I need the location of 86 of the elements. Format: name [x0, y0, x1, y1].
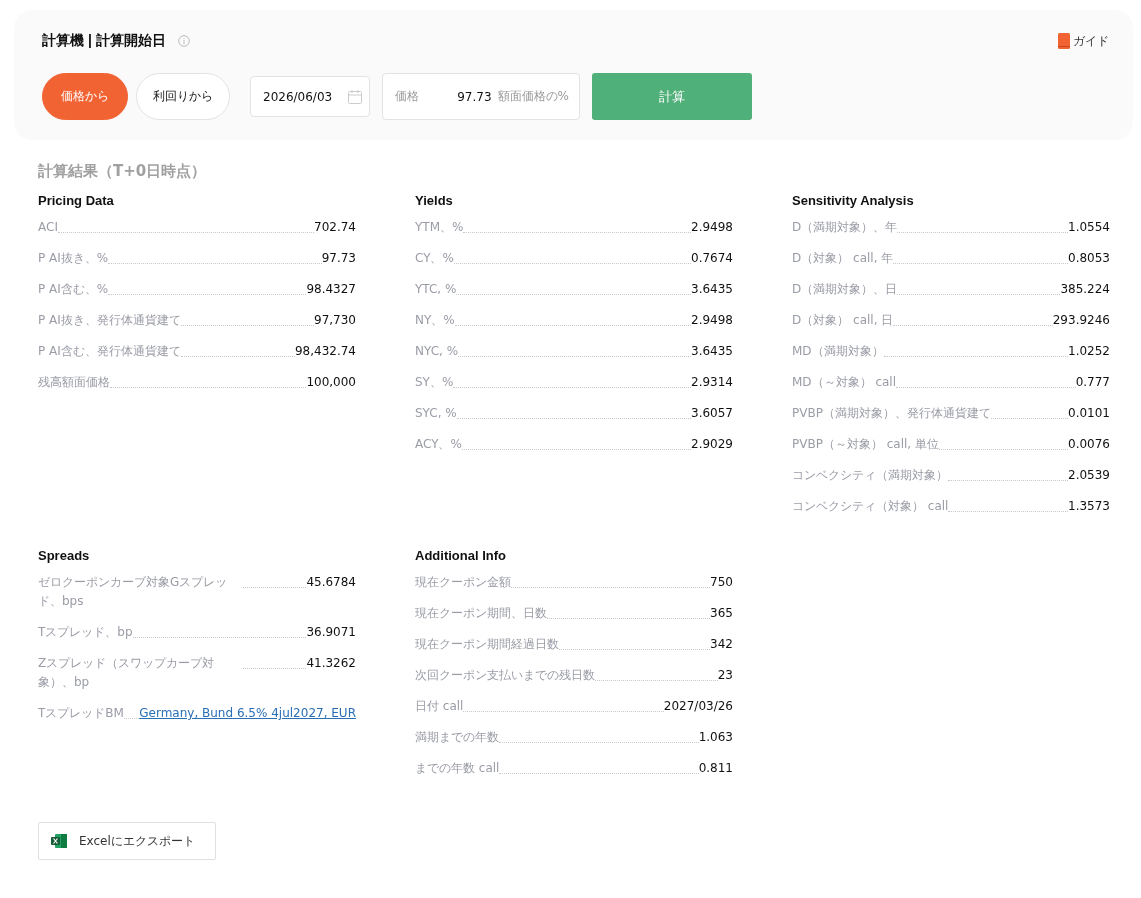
row-label: YTM、%: [415, 219, 464, 236]
row-label: P AI抜き、%: [38, 250, 109, 267]
export-button[interactable]: Excelにエクスポート: [38, 822, 216, 860]
bond-link[interactable]: Germany, Bund 6.5% 4jul2027, EUR: [139, 704, 356, 723]
price-field[interactable]: 価格 97.73 額面価格の%: [382, 73, 580, 120]
calculator-title: 計算機 | 計算開始日: [42, 32, 166, 50]
mode-tab[interactable]: 利回りから: [136, 73, 230, 120]
row-value: 98,432.74: [294, 343, 356, 360]
row-value: 342: [710, 636, 733, 653]
row-label: ゼロクーポンカーブ対象Gスプレッド、bps: [38, 574, 229, 610]
row-label: ACI: [38, 219, 58, 236]
row-value: 365: [710, 605, 733, 622]
row-label: SY、%: [415, 374, 454, 391]
row-value: 2.9029: [691, 436, 733, 453]
row-value: 100,000: [306, 374, 356, 391]
row-value: 0.811: [698, 760, 733, 777]
spreadsheet-icon: [51, 833, 67, 849]
row-value: 0.8053: [1068, 250, 1110, 267]
row-value: 3.6435: [691, 343, 733, 360]
row-label: P AI抜き、発行体通貨建て: [38, 312, 181, 329]
row-value: 702.74: [314, 219, 356, 236]
row-value: 41.3262: [306, 655, 356, 672]
calendar-icon[interactable]: [347, 88, 363, 105]
date-field[interactable]: 2026/06/03: [250, 76, 370, 117]
row-label: NY、%: [415, 312, 455, 329]
row-label: SYC, %: [415, 405, 457, 422]
row-label: 次回クーポン支払いまでの残日数: [415, 667, 595, 684]
row-label: 現在クーポン金額: [415, 574, 511, 591]
info-icon[interactable]: [177, 35, 190, 47]
row-label: TスプレッドBM: [38, 705, 124, 722]
book-icon[interactable]: [1058, 33, 1070, 49]
row-label: CY、%: [415, 250, 454, 267]
row-label: PVBP（満期対象）、発行体通貨建て: [792, 405, 991, 422]
section-title: Additional Info: [415, 548, 507, 563]
row-value: 97.73: [321, 250, 356, 267]
row-label: 現在クーポン期間経過日数: [415, 636, 559, 653]
row-value: 385.224: [1060, 281, 1110, 298]
row-label: D（対象） call, 日: [792, 312, 894, 329]
row-label: P AI含む、発行体通貨建て: [38, 343, 181, 360]
section-title: Pricing Data: [38, 193, 115, 208]
row-label: コンベクシティ（満期対象）: [792, 467, 948, 484]
row-value: 3.6057: [691, 405, 733, 422]
row-value: 1.3573: [1068, 498, 1110, 515]
row-label: PVBP（～対象） call, 単位: [792, 436, 939, 453]
section-title: Sensitivity Analysis: [792, 193, 915, 208]
row-value: 1.0554: [1068, 219, 1110, 236]
row-value: 1.0252: [1068, 343, 1110, 360]
row-label: D（満期対象）、日: [792, 281, 898, 298]
row-value: 293.9246: [1052, 312, 1110, 329]
row-value: 2027/03/26: [663, 698, 733, 715]
row-value: 2.9498: [691, 219, 733, 236]
row-value: 36.9071: [306, 624, 356, 641]
row-value: 45.6784: [306, 574, 356, 591]
row-label: D（満期対象）、年: [792, 219, 898, 236]
row-value: 98.4327: [306, 281, 356, 298]
row-value: 97,730: [314, 312, 356, 329]
row-value: 0.0076: [1068, 436, 1110, 453]
row-value: 0.0101: [1068, 405, 1110, 422]
row-value: 3.6435: [691, 281, 733, 298]
row-label: 満期までの年数: [415, 729, 499, 746]
row-value: 2.0539: [1068, 467, 1110, 484]
section-title: Yields: [415, 193, 454, 208]
guide-link[interactable]: ガイド: [1073, 32, 1109, 50]
row-value: 2.9314: [691, 374, 733, 391]
row-label: Zスプレッド（スワップカーブ対象）、bp: [38, 655, 216, 691]
row-label: 残高額面価格: [38, 374, 110, 391]
row-label: 現在クーポン期間、日数: [415, 605, 547, 622]
row-label: YTC, %: [415, 281, 457, 298]
row-value: 2.9498: [691, 312, 733, 329]
row-label: Tスプレッド、bp: [38, 624, 133, 641]
results-title: 計算結果（T+0日時点）: [38, 162, 208, 181]
row-label: 日付 call: [415, 698, 464, 715]
row-label: NYC, %: [415, 343, 459, 360]
row-label: ACY、%: [415, 436, 462, 453]
row-value: 0.7674: [691, 250, 733, 267]
row-label: までの年数 call: [415, 760, 500, 777]
row-value: 23: [717, 667, 733, 684]
row-value: 0.777: [1075, 374, 1110, 391]
row-label: D（対象） call, 年: [792, 250, 894, 267]
row-label: P AI含む、%: [38, 281, 109, 298]
row-value: 1.063: [698, 729, 733, 746]
row-value: 750: [710, 574, 733, 591]
section-title: Spreads: [38, 548, 91, 563]
row-label: MD（満期対象）: [792, 343, 884, 360]
row-label: MD（～対象） call: [792, 374, 897, 391]
row-label: コンベクシティ（対象） call: [792, 498, 949, 515]
